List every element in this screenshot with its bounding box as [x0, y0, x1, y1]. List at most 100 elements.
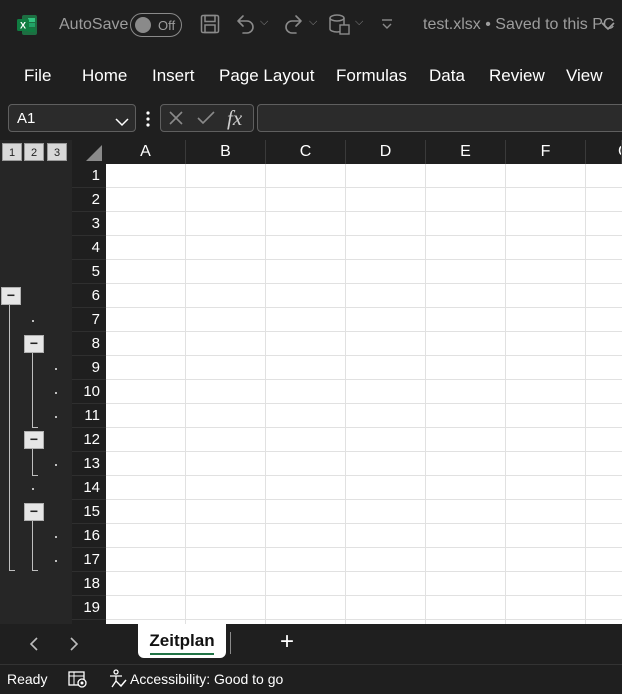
- outline-level-2-button[interactable]: 2: [24, 143, 44, 161]
- outline-dot: [55, 416, 57, 418]
- column-header[interactable]: F: [506, 140, 586, 164]
- row-header[interactable]: 6: [72, 284, 106, 308]
- menu-review[interactable]: Review: [489, 66, 545, 86]
- autosave-label: AutoSave: [59, 16, 129, 33]
- row-header[interactable]: 1: [72, 164, 106, 188]
- outline-line: [9, 305, 10, 570]
- macro-recorder-icon[interactable]: [68, 670, 88, 693]
- outline-line: [9, 570, 15, 571]
- previous-sheet-icon[interactable]: [28, 636, 40, 657]
- undo-dropdown-chevron-icon[interactable]: ⌵: [260, 16, 268, 29]
- outline-dot: [55, 368, 57, 370]
- row-headers: 1 2 3 4 5 6 7 8 9 10 11 12 13 14 15 16 1…: [72, 164, 106, 624]
- add-sheet-button[interactable]: +: [280, 628, 294, 656]
- accessibility-icon[interactable]: [108, 669, 128, 694]
- next-sheet-icon[interactable]: [68, 636, 80, 657]
- name-box-value: A1: [17, 110, 36, 127]
- outline-pane: 1 2 3 − − − −: [0, 140, 72, 624]
- collapse-group-row-8-button[interactable]: −: [24, 335, 44, 353]
- menu-view[interactable]: View: [566, 66, 603, 86]
- sheet-tab-zeitplan[interactable]: Zeitplan: [138, 624, 226, 658]
- row-header[interactable]: 10: [72, 380, 106, 404]
- menu-data[interactable]: Data: [429, 66, 465, 86]
- row-header[interactable]: 3: [72, 212, 106, 236]
- formula-input[interactable]: [257, 104, 622, 132]
- collapse-group-row-15-button[interactable]: −: [24, 503, 44, 521]
- outline-dot: [55, 536, 57, 538]
- worksheet-grid: 1 2 3 − − − − A B C D E F G: [0, 140, 622, 624]
- row-header[interactable]: 5: [72, 260, 106, 284]
- column-header[interactable]: G: [586, 140, 622, 164]
- menu-file[interactable]: File: [24, 66, 51, 86]
- column-header[interactable]: D: [346, 140, 426, 164]
- column-header[interactable]: E: [426, 140, 506, 164]
- formula-bar: A1 fx: [0, 100, 622, 140]
- redo-icon[interactable]: [282, 13, 306, 40]
- row-header[interactable]: 4: [72, 236, 106, 260]
- outline-dot: [32, 320, 34, 322]
- file-status[interactable]: test.xlsx • Saved to this PC: [423, 16, 614, 34]
- row-header[interactable]: 19: [72, 596, 106, 620]
- menu-insert[interactable]: Insert: [152, 66, 195, 86]
- outline-level-3-button[interactable]: 3: [47, 143, 67, 161]
- row-header[interactable]: 16: [72, 524, 106, 548]
- accessibility-status[interactable]: Accessibility: Good to go: [130, 671, 283, 687]
- tab-separator: [230, 632, 231, 654]
- outline-dot: [55, 392, 57, 394]
- row-header[interactable]: 18: [72, 572, 106, 596]
- outline-line: [32, 521, 33, 571]
- save-icon[interactable]: [200, 14, 220, 39]
- collapse-group-row-12-button[interactable]: −: [24, 431, 44, 449]
- active-tab-indicator: [150, 653, 214, 655]
- menu-page-layout[interactable]: Page Layout: [219, 66, 314, 86]
- row-header[interactable]: 11: [72, 404, 106, 428]
- title-bar: X AutoSave Off ⌵ ⌵ ⌵ test.xlsx • Saved t…: [0, 0, 622, 50]
- row-header[interactable]: 8: [72, 332, 106, 356]
- outline-line: [32, 475, 38, 476]
- name-box-chevron-icon[interactable]: [115, 114, 129, 132]
- more-options-icon[interactable]: [145, 110, 151, 133]
- row-header[interactable]: 13: [72, 452, 106, 476]
- name-box[interactable]: A1: [8, 104, 136, 132]
- column-header[interactable]: C: [266, 140, 346, 164]
- row-header[interactable]: 2: [72, 188, 106, 212]
- insert-function-button[interactable]: fx: [227, 106, 242, 131]
- undo-icon[interactable]: [233, 13, 257, 40]
- outline-dot: [55, 560, 57, 562]
- enter-check-icon[interactable]: [196, 110, 216, 131]
- toggle-knob: [135, 17, 151, 33]
- collapse-group-row-6-button[interactable]: −: [1, 287, 21, 305]
- customize-toolbar-icon[interactable]: [381, 17, 393, 35]
- status-ready: Ready: [7, 671, 48, 687]
- column-header[interactable]: A: [106, 140, 186, 164]
- select-all-corner[interactable]: [72, 140, 106, 164]
- menu-formulas[interactable]: Formulas: [336, 66, 407, 86]
- outline-line: [32, 449, 33, 475]
- autosave-toggle-state: Off: [158, 18, 176, 33]
- column-headers: A B C D E F G: [106, 140, 622, 164]
- column-header[interactable]: B: [186, 140, 266, 164]
- excel-logo-icon[interactable]: X: [16, 14, 38, 36]
- row-header[interactable]: 9: [72, 356, 106, 380]
- row-header[interactable]: 12: [72, 428, 106, 452]
- ribbon-tabs: File Home Insert Page Layout Formulas Da…: [0, 50, 622, 100]
- menu-home[interactable]: Home: [82, 66, 127, 86]
- cell-area[interactable]: [106, 164, 622, 624]
- autosave-toggle[interactable]: Off: [130, 13, 182, 37]
- outline-dot: [55, 464, 57, 466]
- outline-line: [32, 570, 38, 571]
- sheet-tab-bar: Zeitplan +: [0, 624, 622, 664]
- excel-logo-letter: X: [20, 21, 26, 31]
- data-form-dropdown-chevron-icon[interactable]: ⌵: [355, 16, 363, 29]
- row-header[interactable]: 17: [72, 548, 106, 572]
- cancel-icon[interactable]: [168, 110, 184, 131]
- outline-dot: [32, 488, 34, 490]
- data-form-icon[interactable]: [328, 13, 350, 40]
- redo-dropdown-chevron-icon[interactable]: ⌵: [309, 16, 317, 29]
- row-header[interactable]: 14: [72, 476, 106, 500]
- outline-level-1-button[interactable]: 1: [2, 143, 22, 161]
- file-status-chevron-icon[interactable]: [601, 18, 615, 36]
- row-header[interactable]: 15: [72, 500, 106, 524]
- row-header[interactable]: 7: [72, 308, 106, 332]
- status-bar: Ready Accessibility: Good to go: [0, 664, 622, 692]
